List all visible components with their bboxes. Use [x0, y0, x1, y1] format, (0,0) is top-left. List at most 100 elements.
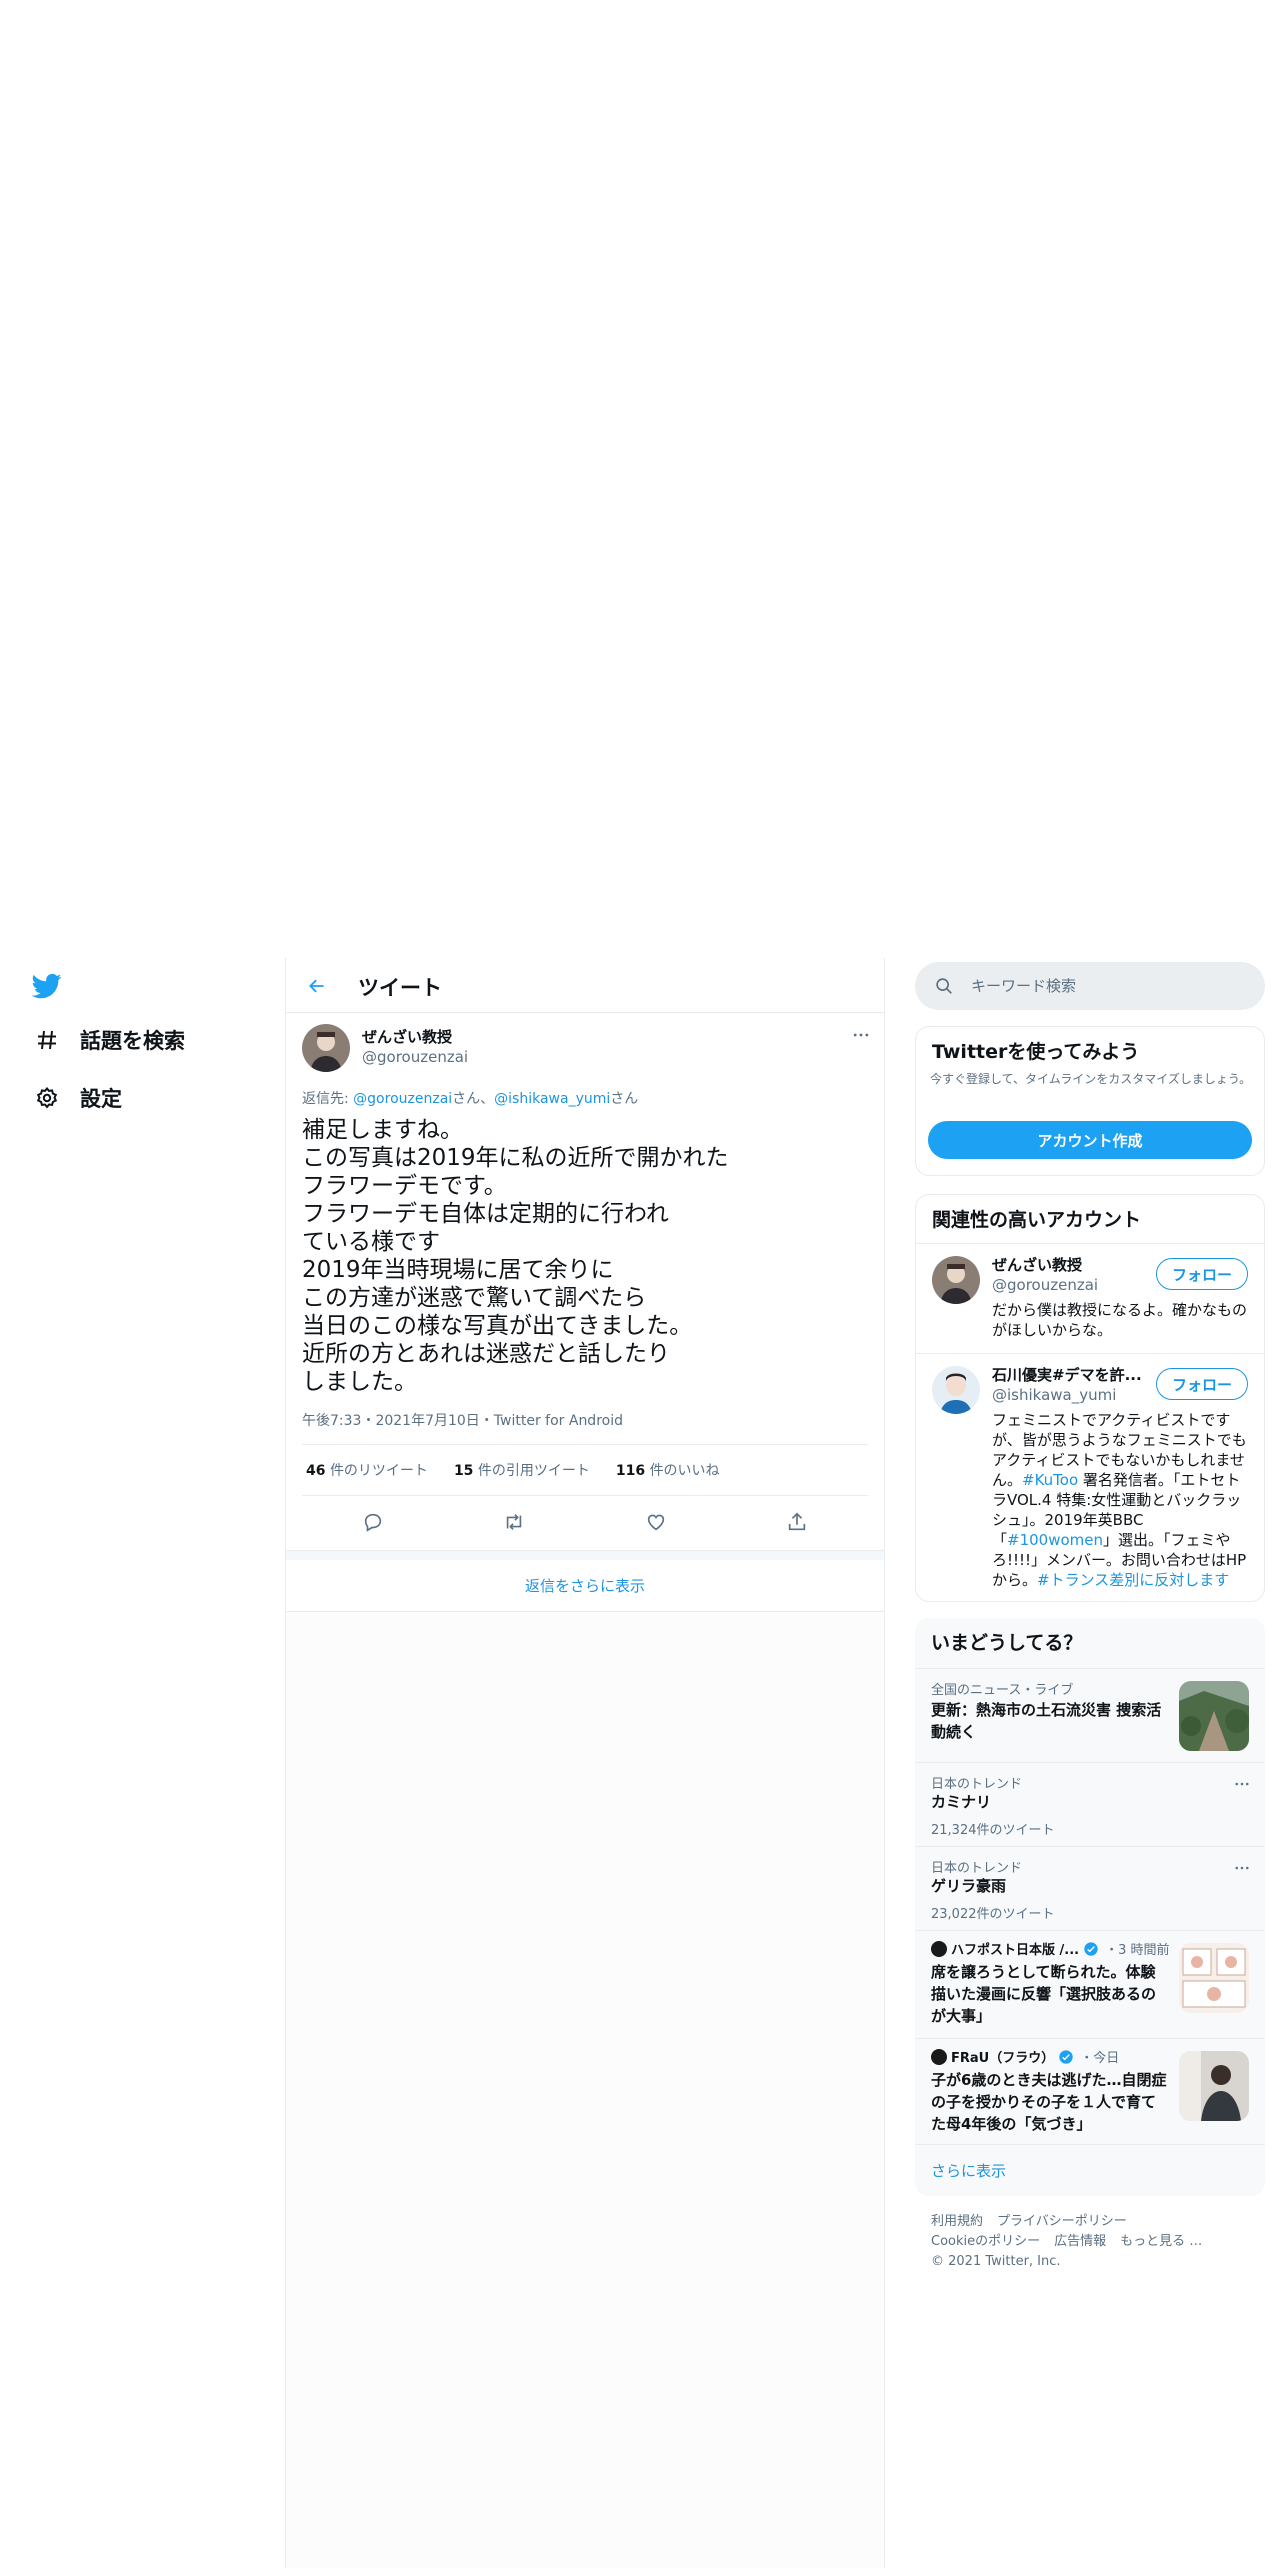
related-accounts-card: 関連性の高いアカウント ぜんざい教授 @gorouzenzai フォロー だから…	[915, 1194, 1265, 1602]
like-label: 件のいいね	[649, 1463, 720, 1479]
show-more-replies-button[interactable]: 返信をさらに表示	[286, 1560, 884, 1612]
retweet-label: 件のリツイート	[329, 1463, 428, 1479]
search-bar[interactable]	[915, 962, 1265, 1010]
trend-title: 子が6歳のとき夫は逃げた…自閉症の子を授かりその子を１人で育てた母4年後の「気づ…	[931, 2071, 1167, 2133]
section-divider	[286, 1550, 884, 1560]
trend-title: ゲリラ豪雨	[931, 1877, 1007, 1895]
nav-settings-label: 設定	[80, 1087, 122, 1111]
like-heart-icon[interactable]	[638, 1504, 674, 1540]
trend-category: 日本のトレンド	[931, 1777, 1023, 1792]
quote-count: 15	[453, 1463, 474, 1479]
account-avatar[interactable]	[932, 1256, 980, 1304]
reply-user-link[interactable]: @ishikawa_yumi	[494, 1091, 610, 1107]
related-title: 関連性の高いアカウント	[932, 1209, 1142, 1231]
twitter-logo-icon[interactable]	[30, 971, 64, 1001]
footer: 利用規約 プライバシーポリシー Cookieのポリシー 広告情報 もっと見る … © …	[931, 2212, 1261, 2272]
retweet-icon[interactable]	[496, 1504, 532, 1540]
back-arrow-icon[interactable]	[300, 969, 334, 1003]
left-navigation: 話題を検索 設定	[0, 958, 285, 2568]
publisher-name: ハフポスト日本版 /...	[951, 1943, 1080, 1958]
author-avatar[interactable]	[302, 1024, 350, 1072]
related-account-item[interactable]: 石川優実#デマを許... @ishikawa_yumi フォロー フェミニストで…	[916, 1353, 1264, 1601]
trends-card: いまどうしてる？ 全国のニュース・ライブ 更新：熱海市の土石流災害 捜索活動続く…	[915, 1618, 1265, 2196]
hashtag-link[interactable]: #KuToo	[1022, 1471, 1078, 1489]
account-avatar[interactable]	[932, 1366, 980, 1414]
trend-item[interactable]: 日本のトレンド ゲリラ豪雨 23,022件のツイート	[915, 1846, 1265, 1930]
reply-icon[interactable]	[355, 1504, 391, 1540]
like-count: 116	[615, 1463, 646, 1479]
trends-title: いまどうしてる？	[931, 1632, 1083, 1654]
tweet-stats: 46 件のリツイート 15 件の引用ツイート 116 件のいいね	[302, 1444, 868, 1496]
footer-row: Cookieのポリシー 広告情報 もっと見る …	[931, 2232, 1261, 2252]
search-input[interactable]	[971, 962, 1251, 1010]
quote-stat[interactable]: 15 件の引用ツイート	[450, 1460, 590, 1480]
footer-link[interactable]: プライバシーポリシー	[997, 2214, 1127, 2229]
tweet-timestamp[interactable]: 午後7:33・2021年7月10日・Twitter for Android	[302, 1410, 623, 1430]
nav-explore[interactable]: 話題を検索	[32, 1020, 185, 1060]
follow-button[interactable]: フォロー	[1156, 1368, 1248, 1400]
tweet-text: 補足しますね。 この写真は2019年に私の近所で開かれた フラワーデモです。 フ…	[302, 1117, 729, 1395]
tweet-actions	[302, 1496, 868, 1548]
footer-row: 利用規約 プライバシーポリシー	[931, 2212, 1261, 2232]
footer-link[interactable]: 利用規約	[931, 2214, 983, 2229]
trend-item[interactable]: 全国のニュース・ライブ 更新：熱海市の土石流災害 捜索活動続く	[915, 1668, 1265, 1762]
account-bio: フェミニストでアクティビストですが、皆が思うようなフェミニストでもアクティビスト…	[992, 1410, 1252, 1590]
nav-explore-label: 話題を検索	[80, 1029, 185, 1053]
verified-badge-icon	[1083, 1941, 1099, 1957]
trend-title: 更新：熱海市の土石流災害 捜索活動続く	[931, 1701, 1162, 1741]
main-column: ツイート ぜんざい教授 @gorouzenzai 返信先: @gorouzenz…	[285, 958, 885, 2568]
trends-show-more-link[interactable]: さらに表示	[915, 2144, 1265, 2196]
signup-card: Twitterを使ってみよう 今すぐ登録して、タイムラインをカスタマイズしましょ…	[915, 1026, 1265, 1176]
trend-count: 23,022件のツイート	[931, 1907, 1055, 1922]
publish-time: ・3 時間前	[1105, 1943, 1170, 1958]
author-name[interactable]: ぜんざい教授	[362, 1026, 452, 1047]
page-header: ツイート	[286, 958, 884, 1013]
trend-more-icon[interactable]	[1227, 1769, 1257, 1799]
publisher-icon	[931, 2048, 947, 2065]
create-account-button[interactable]: アカウント作成	[928, 1121, 1252, 1159]
signup-description: 今すぐ登録して、タイムラインをカスタマイズしましょう。	[930, 1072, 1252, 1086]
verified-badge-icon	[1058, 2049, 1074, 2065]
trend-title: 席を譲ろうとして断られた。体験描いた漫画に反響「選択肢あるのが大事」	[931, 1963, 1157, 2025]
related-account-item[interactable]: ぜんざい教授 @gorouzenzai フォロー だから僕は教授になるよ。確かな…	[916, 1243, 1264, 1353]
like-stat[interactable]: 116 件のいいね	[612, 1460, 720, 1480]
follow-button[interactable]: フォロー	[1156, 1258, 1248, 1290]
trend-item[interactable]: ハフポスト日本版 /... ・3 時間前 席を譲ろうとして断られた。体験描いた漫…	[915, 1930, 1265, 2038]
footer-link[interactable]: もっと見る …	[1120, 2234, 1202, 2249]
account-bio: だから僕は教授になるよ。確かなものがほしいからな。	[992, 1301, 1248, 1339]
copyright: © 2021 Twitter, Inc.	[931, 2254, 1061, 2269]
reply-suffix: さん	[610, 1091, 639, 1107]
trend-title: カミナリ	[931, 1793, 992, 1811]
share-icon[interactable]	[779, 1504, 815, 1540]
reply-prefix: 返信先:	[302, 1091, 354, 1107]
author-handle[interactable]: @gorouzenzai	[362, 1048, 468, 1066]
hashtag-icon	[32, 1025, 62, 1055]
reply-user-link[interactable]: @gorouzenzai	[353, 1091, 452, 1107]
trend-item[interactable]: FRaU（フラウ） ・今日 子が6歳のとき夫は逃げた…自閉症の子を授かりその子を…	[915, 2038, 1265, 2144]
trend-item[interactable]: 日本のトレンド カミナリ 21,324件のツイート	[915, 1762, 1265, 1846]
trend-thumbnail	[1179, 2051, 1249, 2121]
page-title: ツイート	[358, 976, 442, 1000]
publisher-name: FRaU（フラウ）	[951, 2051, 1055, 2066]
hashtag-link[interactable]: #100women	[1007, 1531, 1103, 1549]
gear-icon	[32, 1083, 62, 1113]
publisher-icon	[931, 1940, 947, 1957]
footer-link[interactable]: 広告情報	[1054, 2234, 1106, 2249]
reply-suffix: さん、	[452, 1091, 495, 1107]
retweet-count: 46	[306, 1463, 326, 1479]
hashtag-link[interactable]: #トランス差別に反対します	[1037, 1571, 1229, 1589]
trend-more-icon[interactable]	[1227, 1853, 1257, 1883]
more-options-icon[interactable]	[846, 1020, 876, 1050]
retweet-stat[interactable]: 46 件のリツイート	[302, 1460, 428, 1480]
account-name: ぜんざい教授	[992, 1256, 1083, 1274]
trend-publisher: FRaU（フラウ） ・今日	[931, 2047, 1119, 2066]
trend-count: 21,324件のツイート	[931, 1823, 1055, 1838]
nav-settings[interactable]: 設定	[32, 1078, 122, 1118]
account-handle: @ishikawa_yumi	[992, 1386, 1117, 1404]
account-name: 石川優実#デマを許...	[992, 1366, 1142, 1384]
footer-link[interactable]: Cookieのポリシー	[931, 2234, 1040, 2249]
reply-to-line: 返信先: @gorouzenzaiさん、@ishikawa_yumiさん	[302, 1088, 638, 1108]
search-icon	[933, 975, 955, 997]
trend-publisher: ハフポスト日本版 /... ・3 時間前	[931, 1939, 1170, 1958]
tweet-detail: ぜんざい教授 @gorouzenzai 返信先: @gorouzenzaiさん、…	[286, 1014, 884, 1550]
